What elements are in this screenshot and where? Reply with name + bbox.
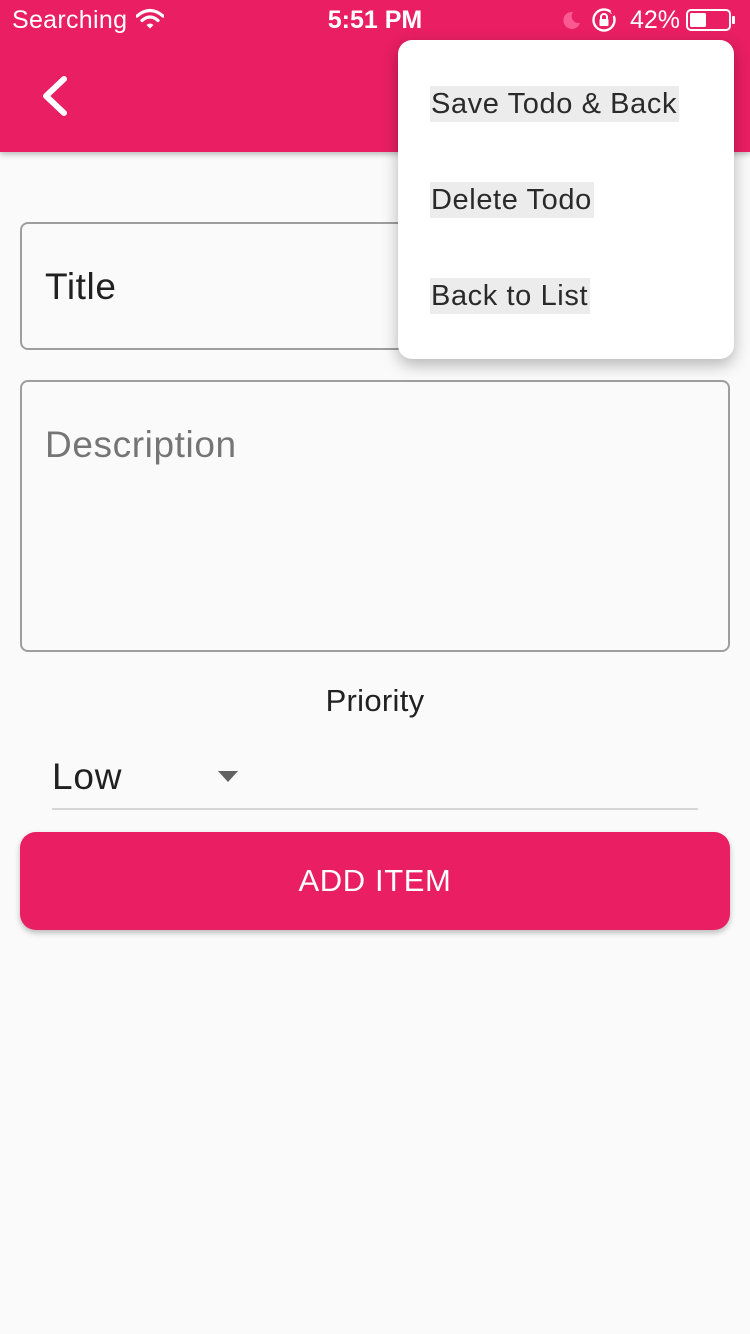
lock-rotation-icon	[591, 7, 618, 33]
menu-item-save-todo-back[interactable]: Save Todo & Back	[398, 56, 734, 152]
battery-icon	[686, 9, 736, 31]
title-input-value: Title	[45, 266, 117, 307]
menu-item-label: Delete Todo	[430, 182, 594, 218]
menu-item-delete-todo[interactable]: Delete Todo	[398, 152, 734, 248]
add-item-button[interactable]: ADD ITEM	[20, 832, 730, 930]
priority-label: Priority	[325, 683, 425, 718]
dropdown-arrow-icon	[218, 770, 238, 782]
description-placeholder: Description	[45, 424, 237, 465]
status-battery-percent: 42%	[630, 6, 681, 34]
popup-menu: Save Todo & Back Delete Todo Back to Lis…	[398, 40, 734, 359]
status-bar: Searching 5:51 PM 42%	[0, 0, 750, 40]
menu-item-label: Save Todo & Back	[430, 86, 680, 122]
priority-dropdown[interactable]: Low	[52, 748, 698, 810]
chevron-left-icon	[43, 76, 67, 116]
moon-icon	[560, 9, 582, 31]
menu-item-label: Back to List	[430, 278, 591, 314]
priority-selected-value: Low	[52, 756, 123, 797]
menu-item-back-to-list[interactable]: Back to List	[398, 248, 734, 344]
back-button[interactable]	[28, 64, 88, 128]
description-field[interactable]: Description	[20, 380, 730, 652]
